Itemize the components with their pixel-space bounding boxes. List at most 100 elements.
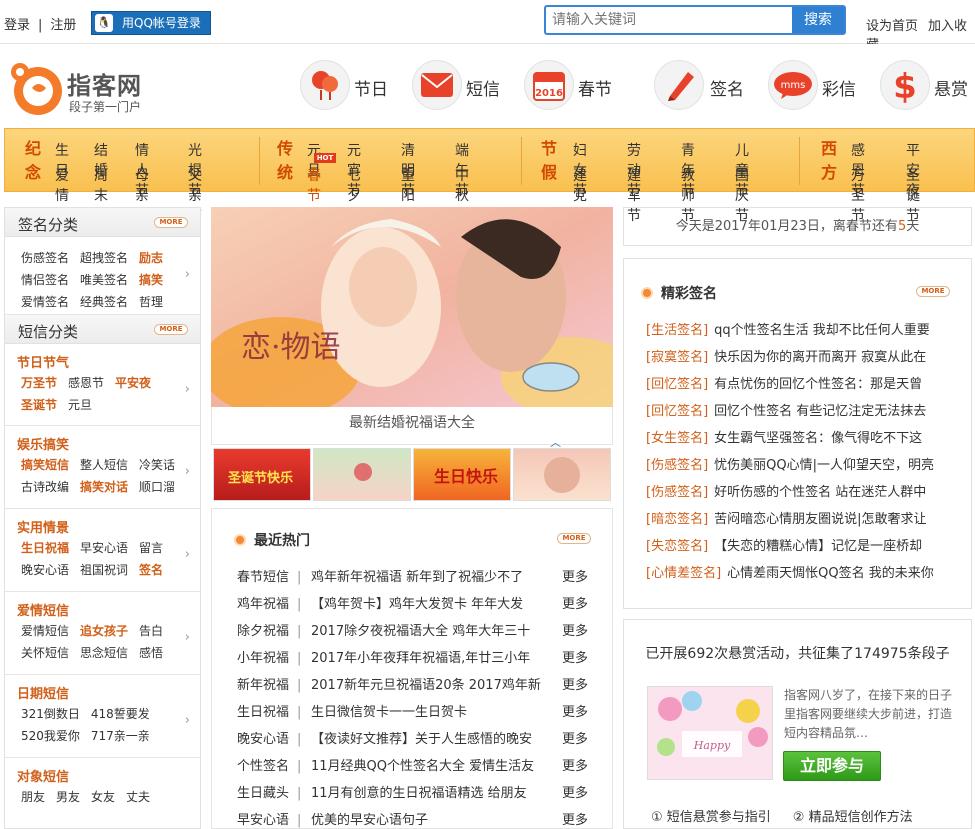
signature-row[interactable]: [回忆签名] 有点忧伤的回忆个性签名：那是天曾 (646, 373, 956, 392)
set-home-link[interactable]: 设为首页 (866, 19, 918, 34)
thumbnail[interactable] (313, 448, 411, 501)
signature-row[interactable]: [女生签名] 女生霸气坚强签名：像气得吃不下这 (646, 427, 956, 446)
reward-title: 已开展692次悬赏活动，共征集了174975条段子 (645, 646, 950, 662)
register-link[interactable]: 注册 (50, 18, 76, 33)
more-link[interactable]: MORE (154, 324, 188, 335)
chevron-right-icon[interactable]: › (185, 382, 190, 397)
thumbnail[interactable] (513, 448, 611, 501)
thumbnail[interactable]: 圣诞节快乐 (213, 448, 311, 501)
sidebar-link[interactable]: 平安夜 (115, 374, 151, 391)
sidebar-link[interactable]: 励志 (139, 249, 163, 266)
sidebar-link[interactable]: 唯美签名 (80, 271, 128, 288)
logo-name[interactable]: 指客网 (67, 66, 142, 101)
qq-login-button[interactable]: 🐧 用QQ帐号登录 (91, 11, 211, 35)
svg-text:mms: mms (781, 80, 806, 91)
svg-text:Happy: Happy (693, 739, 731, 752)
sidebar-link[interactable]: 关怀短信 (21, 644, 69, 661)
more-link[interactable]: MORE (916, 286, 950, 297)
thumbnail[interactable]: 生日快乐 (413, 448, 511, 501)
sidebar-link[interactable]: 爱情短信 (21, 622, 69, 639)
logo-icon[interactable] (10, 58, 64, 116)
sidebar-link[interactable]: 祖国祝词 (80, 561, 128, 578)
sidebar-link[interactable]: 圣诞节 (21, 396, 57, 413)
sidebar-link[interactable]: 感悟 (139, 644, 163, 661)
sidebar-link[interactable]: 冷笑话 (139, 456, 175, 473)
category-tag: 西方 (821, 139, 838, 182)
more-link[interactable]: MORE (154, 217, 188, 228)
sidebar-link[interactable]: 朋友 (21, 788, 45, 805)
hot-list-row[interactable]: 晚安心语 | 【夜读好文推荐】关于人生感悟的晚安 更多 (237, 728, 607, 747)
hot-list-row[interactable]: 小年祝福 | 2017年小年夜拜年祝福语,年廿三小年 更多 (237, 647, 607, 666)
sidebar-link[interactable]: 爱情签名 (21, 293, 69, 310)
join-button[interactable]: 立即参与 (783, 751, 881, 781)
sidebar-link[interactable]: 整人短信 (80, 456, 128, 473)
more-link[interactable]: MORE (557, 533, 591, 544)
chevron-right-icon[interactable]: › (185, 713, 190, 728)
sidebar-link[interactable]: 男友 (56, 788, 80, 805)
sidebar-link[interactable]: 早安心语 (80, 539, 128, 556)
category-link[interactable]: 春节 (307, 165, 321, 205)
hot-list-row[interactable]: 个性签名 | 11月经典QQ个性签名大全 爱情生活友 更多 (237, 755, 607, 774)
signature-row[interactable]: [生活签名] qq个性签名生活 我却不比任何人重要 (646, 319, 956, 338)
signature-row[interactable]: [伤感签名] 好听伤感的个性签名 站在迷茫人群中 (646, 481, 956, 500)
sidebar-link[interactable]: 情侣签名 (21, 271, 69, 288)
sidebar-link[interactable]: 元旦 (68, 396, 92, 413)
sidebar-link[interactable]: 伤感签名 (21, 249, 69, 266)
login-link[interactable]: 登录 (4, 18, 30, 33)
reward-method-link[interactable]: ② 精品短信创作方法 (793, 810, 913, 825)
signature-row[interactable]: [回忆签名] 回忆个性签名 有些记忆注定无法抹去 (646, 400, 956, 419)
search-button[interactable]: 搜索 (792, 7, 844, 33)
balloons-icon: Happy (648, 687, 772, 779)
sidebar-link[interactable]: 418誓要发 (91, 705, 150, 722)
sidebar-link[interactable]: 追女孩子 (80, 622, 128, 639)
sidebar-link[interactable]: 古诗改编 (21, 478, 69, 495)
category-link[interactable]: 周末 (94, 165, 108, 205)
category-divider (259, 137, 260, 185)
sidebar-link[interactable]: 搞笑短信 (21, 456, 69, 473)
reward-panel: 已开展692次悬赏活动，共征集了174975条段子 Happy 指客网八岁了，在… (623, 619, 972, 829)
banner-caption[interactable]: 最新结婚祝福语大全 ︿ (211, 407, 613, 449)
signature-category-list: 伤感签名 超拽签名 励志 情侣签名 唯美签名 搞笑 爱情签名 经典签名 哲理 › (5, 237, 200, 315)
sidebar-link[interactable]: 超拽签名 (80, 249, 128, 266)
signature-row[interactable]: [暗恋签名] 苦闷暗恋心情朋友圈说说|怎敢奢求让 (646, 508, 956, 527)
signature-row[interactable]: [心情差签名] 心情差雨天惆怅QQ签名 我的未来你 (646, 562, 956, 581)
signature-row[interactable]: [伤感签名] 忧伤美丽QQ心情|一人仰望天空，明亮 (646, 454, 956, 473)
reward-image[interactable]: Happy (647, 686, 773, 780)
hot-list-row[interactable]: 鸡年祝福 | 【鸡年贺卡】鸡年大发贺卡 年年大发 更多 (237, 593, 607, 612)
sidebar-link[interactable]: 经典签名 (80, 293, 128, 310)
chevron-right-icon[interactable]: › (185, 267, 190, 282)
sidebar-link[interactable]: 告白 (139, 622, 163, 639)
sidebar-link[interactable]: 留言 (139, 539, 163, 556)
sidebar-link[interactable]: 晚安心语 (21, 561, 69, 578)
sidebar-link[interactable]: 哲理 (139, 293, 163, 310)
sidebar-link[interactable]: 搞笑 (139, 271, 163, 288)
sidebar-link[interactable]: 签名 (139, 561, 163, 578)
chevron-right-icon[interactable]: › (185, 630, 190, 645)
hot-list-row[interactable]: 新年祝福 | 2017新年元旦祝福语20条 2017鸡年新 更多 (237, 674, 607, 693)
chevron-right-icon[interactable]: › (185, 464, 190, 479)
chevron-right-icon[interactable]: › (185, 547, 190, 562)
signature-row[interactable]: [寂寞签名] 快乐因为你的离开而离开 寂寞从此在 (646, 346, 956, 365)
sidebar-link[interactable]: 思念短信 (80, 644, 128, 661)
search-input[interactable] (552, 10, 788, 30)
category-link[interactable]: 爱情 (55, 165, 69, 205)
sidebar-link[interactable]: 生日祝福 (21, 539, 69, 556)
hot-list-row[interactable]: 除夕祝福 | 2017除夕夜祝福语大全 鸡年大年三十 更多 (237, 620, 607, 639)
hot-list-row[interactable]: 早安心语 | 优美的早安心语句子 更多 (237, 809, 607, 828)
sidebar-link[interactable]: 感恩节 (68, 374, 104, 391)
sidebar-link[interactable]: 万圣节 (21, 374, 57, 391)
sidebar-link[interactable]: 搞笑对话 (80, 478, 128, 495)
reward-guide-link[interactable]: ① 短信悬赏参与指引 (651, 810, 771, 825)
hot-list-row[interactable]: 春节短信 | 鸡年新年祝福语 新年到了祝福少不了 更多 (237, 566, 607, 585)
hot-list-row[interactable]: 生日藏头 | 11月有创意的生日祝福语精选 给朋友 更多 (237, 782, 607, 801)
sidebar-link[interactable]: 520我爱你 (21, 727, 80, 744)
hot-list-row[interactable]: 生日祝福 | 生日微信贺卡一一生日贺卡 更多 (237, 701, 607, 720)
sidebar-link[interactable]: 顺口溜 (139, 478, 175, 495)
sidebar-link[interactable]: 女友 (91, 788, 115, 805)
sidebar-link[interactable]: 丈夫 (126, 788, 150, 805)
wedding-banner-image[interactable]: 恋·物语 (211, 207, 613, 407)
sidebar-link[interactable]: 321倒数日 (21, 705, 80, 722)
sms-block-practical: 实用情景 生日祝福 早安心语 留言 晚安心语 祖国祝词 签名 › (5, 509, 200, 592)
signature-row[interactable]: [失恋签名] 【失恋的糟糕心情】记忆是一座桥却 (646, 535, 956, 554)
sidebar-link[interactable]: 717亲一亲 (91, 727, 150, 744)
